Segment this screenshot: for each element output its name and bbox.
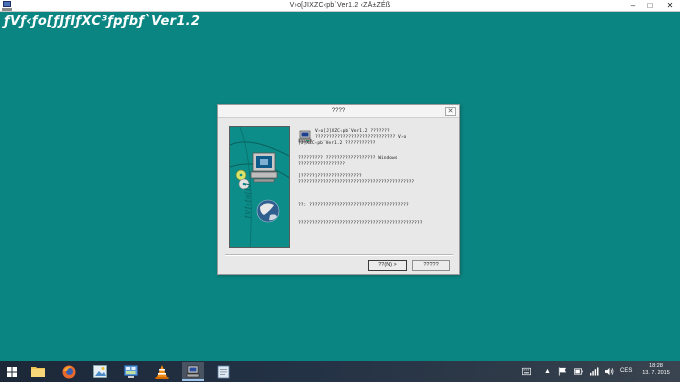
setup-program-icon: [186, 365, 200, 378]
taskbar-firefox[interactable]: [58, 362, 80, 381]
picture-icon: [93, 365, 107, 378]
battery-icon[interactable]: [574, 367, 583, 376]
taskbar-file-explorer[interactable]: [27, 362, 49, 381]
note-line: ??: ????????????????????????????????????: [298, 203, 409, 208]
folder-icon: [31, 367, 45, 377]
minimize-button[interactable]: –: [626, 0, 640, 11]
dialog-titlebar: ???? ✕: [218, 105, 459, 118]
taskbar-vlc[interactable]: [151, 362, 173, 381]
wifi-signal-icon[interactable]: [590, 367, 599, 376]
footer-line: ????????????????????????????????????????…: [298, 221, 423, 226]
taskbar-control-panel[interactable]: [120, 362, 142, 381]
window-title: V›o[JIXZC‹pb`Ver1.2 ‹ZÄ±ZÉß: [289, 2, 391, 9]
intro-text-line-1: V›o[J]XZC‹pb`Ver1.2 ???????: [315, 129, 390, 134]
language-indicator[interactable]: CES: [620, 361, 632, 382]
control-panel-icon: [124, 365, 138, 378]
cancel-button[interactable]: ?????: [412, 260, 450, 271]
clock-time: 18:28: [649, 363, 663, 369]
instruction-line-2: ????????????????????????????????????????…: [298, 180, 415, 185]
windows-note-line-2: ?????????????????: [298, 162, 346, 167]
action-center-flag-icon[interactable]: [558, 367, 567, 376]
side-panel-label: ƒVƒ‹ƒo[ƒJ: [245, 183, 252, 219]
taskbar-clock[interactable]: 18:28 13. 7. 2015: [636, 363, 676, 377]
notepad-icon: [217, 365, 230, 379]
dialog-title: ????: [331, 108, 346, 114]
taskbar: ▲ CES 18:28 13. 7. 2015: [0, 361, 680, 382]
next-button[interactable]: ??(N) >: [368, 260, 407, 271]
setup-graphic: ƒVƒ‹ƒo[ƒJ: [229, 126, 290, 248]
installer-dialog: ???? ✕ ƒVƒ‹ƒo[ƒJ V›o[J]XZC‹pb`Ver1.2 ???…: [217, 104, 460, 275]
firefox-icon: [62, 365, 76, 379]
computer-illustration: [230, 127, 289, 247]
maximize-button[interactable]: □: [643, 0, 657, 11]
show-hidden-icons-chevron-icon[interactable]: ▲: [543, 368, 552, 377]
window-titlebar: V›o[JIXZC‹pb`Ver1.2 ‹ZÄ±ZÉß – □ ✕: [0, 0, 680, 12]
dialog-close-button[interactable]: ✕: [445, 107, 456, 116]
instruction-line-1: [?????]????????????????: [298, 174, 362, 179]
taskbar-setup-program[interactable]: [182, 362, 204, 381]
intro-text-line-2: ????????????????????????????? V›o: [315, 135, 407, 140]
taskbar-notepad[interactable]: [213, 362, 235, 381]
windows-note-line-1: ????????? ?????????????????? Windows: [298, 156, 398, 161]
intro-text-line-3: [J]XZC‹pb`Ver1.2 ???????????: [298, 141, 376, 146]
keyboard-icon[interactable]: [522, 367, 531, 376]
taskbar-image-viewer[interactable]: [89, 362, 111, 381]
volume-icon[interactable]: [605, 367, 614, 376]
clock-date: 13. 7. 2015: [642, 370, 670, 376]
close-button[interactable]: ✕: [660, 0, 680, 11]
banner-title: ƒVƒ‹ƒo[ƒJƒIƒXC³ƒpƒbƒ`Ver1.2: [4, 14, 201, 29]
dialog-divider: [225, 254, 453, 256]
vlc-cone-icon: [155, 365, 169, 379]
start-button[interactable]: [0, 361, 24, 382]
windows-logo-icon: [7, 367, 17, 377]
